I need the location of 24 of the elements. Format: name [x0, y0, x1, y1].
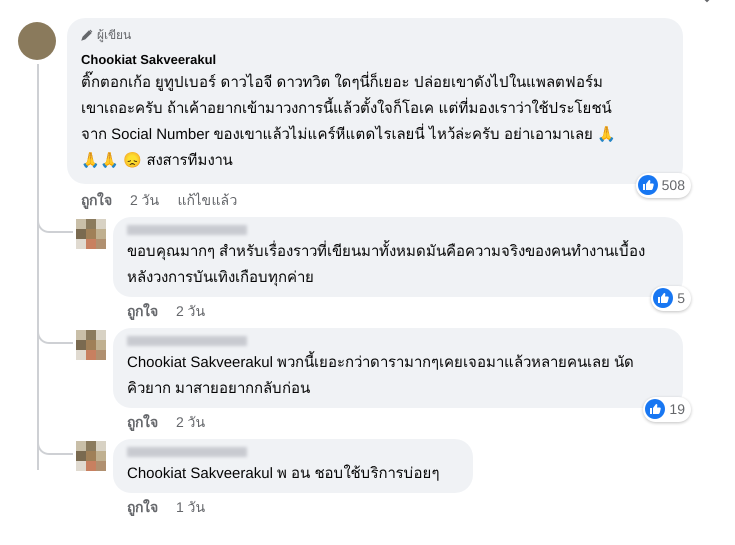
avatar[interactable] [76, 218, 106, 248]
reaction-count[interactable]: 508 [636, 172, 691, 198]
like-link[interactable]: ถูกใจ [127, 496, 158, 518]
avatar[interactable] [18, 22, 56, 60]
timestamp[interactable]: 2 วัน [176, 412, 206, 432]
avatar[interactable] [76, 440, 106, 470]
pencil-icon [81, 29, 93, 41]
comment-text: ติ๊กตอกเก้อ ยูทูปเบอร์ ดาวไอจี ดาวทวิต ใดๆนี่ก็เยอะ ปล่อยเขาดังไปในแพลตฟอร์มเขาเถอะครับ ถ้าเค้าอยากเข้ามาวงการนี้แล้วตั้งใจก็โอเค แต่ที่มองเราว่าใช้ประโยชน์จาก Social Number ของเขาแล้วไม่แคร์หีแตดไรเลยนี่ ไหว้ล่ะครับ อย่าเอามาเลย 🙏🙏🙏 😞 สงสารทีมงาน [81, 70, 669, 174]
reaction-count[interactable]: 19 [643, 396, 691, 422]
timestamp[interactable]: 2 วัน [130, 190, 160, 210]
reaction-count[interactable]: 5 [651, 286, 691, 310]
like-link[interactable]: ถูกใจ [127, 412, 158, 432]
timestamp[interactable]: 1 วัน [176, 496, 206, 518]
avatar[interactable] [76, 330, 106, 360]
timestamp[interactable]: 2 วัน [176, 300, 206, 322]
author-label: ผู้เขียน [97, 27, 131, 44]
author-name[interactable]: Chookiat Sakveerakul [81, 50, 669, 70]
thumbs-up-icon [638, 175, 658, 195]
thumbs-up-icon [645, 399, 666, 419]
reply-text: Chookiat Sakveerakul พ อน ชอบใช้บริการบ่อยๆ [127, 464, 440, 484]
thumbs-up-icon [653, 288, 674, 308]
edited-label: แก้ไขแล้ว [178, 190, 238, 210]
like-link[interactable]: ถูกใจ [81, 190, 112, 210]
like-link[interactable]: ถูกใจ [127, 300, 158, 322]
